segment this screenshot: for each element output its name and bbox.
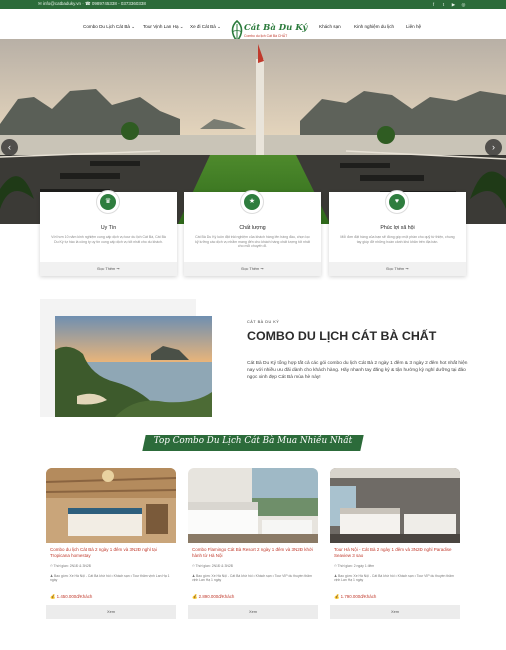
- card-duration: ⏱ Thời gian: 2N1Đ & 3N2Đ: [50, 564, 92, 568]
- banner-heading: Top Combo Du Lịch Cát Bà Mua Nhiều Nhất: [153, 436, 353, 446]
- combo-description: Cát Bà Du Ký tổng hợp tất cả các gói com…: [247, 361, 468, 381]
- card-title[interactable]: Combo Flamingo Cát Bà Resort 2 ngày 1 đê…: [192, 547, 314, 558]
- star-icon: ★: [244, 194, 260, 210]
- card-photo[interactable]: [188, 468, 318, 543]
- card-includes: ♟ Bao gồm: Xe Hà Nội - Cát Bà khứ hồi • …: [334, 574, 454, 583]
- nav-xe-di-cat-ba[interactable]: Xe đi Cát Bà ⌄: [190, 24, 221, 30]
- card-photo[interactable]: [46, 468, 176, 543]
- card-photo[interactable]: [330, 468, 460, 543]
- top-combo-banner: Top Combo Du Lịch Cát Bà Mua Nhiều Nhất: [142, 432, 364, 454]
- nav-combo-du-lich[interactable]: Combo Du Lịch Cát Bà ⌄: [83, 24, 135, 30]
- instagram-icon[interactable]: ◎: [461, 2, 466, 8]
- feature-card-phuc-loi: ♥ Phúc lợi xã hội Mỗi đơn đặt hàng của b…: [329, 190, 466, 276]
- card-duration: ⏱ Thời gian: 2 ngày 1 đêm: [334, 564, 375, 568]
- combo-card-tropicana[interactable]: Combo du lịch Cát Bà 2 ngày 1 đêm và 3N2…: [46, 468, 176, 619]
- card-includes: ♟ Bao gồm: Xe Hà Nội - Cát Bà khứ hồi • …: [192, 574, 312, 583]
- feature-description: Mỗi đơn đặt hàng của bạn sẽ đóng góp một…: [340, 235, 455, 244]
- nav-lien-he[interactable]: Liên hệ: [406, 24, 421, 29]
- feature-description: Cát Bà Du Ký luôn đặt trải nghiệm của kh…: [195, 235, 310, 249]
- card-title[interactable]: Tour Hà Nội - Cát Bà 2 ngày 1 đêm và 3N2…: [334, 547, 456, 558]
- read-more-button[interactable]: Đọc Thêm ➞: [40, 262, 177, 276]
- feature-title: Uy Tín: [100, 225, 117, 231]
- feature-card-uy-tin: ♛ Uy Tín Với hơn 10 năm kinh nghiệm cung…: [40, 190, 177, 276]
- feature-card-chat-luong: ★ Chất lượng Cát Bà Du Ký luôn đặt trải …: [184, 190, 321, 276]
- twitter-icon[interactable]: t: [441, 2, 446, 8]
- site-header: Combo Du Lịch Cát Bà ⌄ Tour Vịnh Lan Hạ …: [0, 9, 506, 42]
- combo-image: [55, 316, 212, 417]
- card-includes: ♟ Bao gồm: Xe Hà Nội - Cát Bà khứ hồi • …: [50, 574, 170, 583]
- card-price: 💰 1.790.000đ/Khách: [334, 594, 377, 599]
- read-more-button[interactable]: Đọc Thêm ➞: [329, 262, 466, 276]
- top-bar: ✉ info@catbaduky.vn · ☎ 0989745338 - 037…: [0, 0, 506, 9]
- facebook-icon[interactable]: f: [431, 2, 436, 8]
- heart-icon: ♥: [389, 194, 405, 210]
- combo-card-flamingo[interactable]: Combo Flamingo Cát Bà Resort 2 ngày 1 đê…: [188, 468, 318, 619]
- nav-khach-san[interactable]: Khách sạn: [319, 24, 341, 29]
- view-button[interactable]: Xem: [46, 605, 176, 619]
- hero-next-button[interactable]: ›: [485, 139, 502, 156]
- youtube-icon[interactable]: ▶: [451, 2, 456, 8]
- social-links: f t ▶ ◎: [431, 2, 466, 8]
- combo-eyebrow: CÁT BÀ DU KÝ: [247, 320, 280, 324]
- feature-title: Phúc lợi xã hội: [380, 225, 415, 231]
- card-title[interactable]: Combo du lịch Cát Bà 2 ngày 1 đêm và 3N2…: [50, 547, 172, 558]
- logo-text: Cát Bà Du Ký: [244, 23, 308, 33]
- card-price: 💰 2.890.000đ/Khách: [192, 594, 235, 599]
- trophy-icon: ♛: [100, 194, 116, 210]
- combo-heading: COMBO DU LỊCH CÁT BÀ CHẤT: [247, 329, 437, 343]
- nav-kinh-nghiem[interactable]: Kinh nghiệm du lịch: [354, 24, 394, 29]
- feature-title: Chất lượng: [239, 225, 266, 231]
- card-duration: ⏱ Thời gian: 2N1Đ & 3N2Đ: [192, 564, 234, 568]
- hero-prev-button[interactable]: ‹: [1, 139, 18, 156]
- read-more-button[interactable]: Đọc Thêm ➞: [184, 262, 321, 276]
- feature-description: Với hơn 10 năm kinh nghiệm cung cấp dịch…: [51, 235, 166, 244]
- contact-info: ✉ info@catbaduky.vn · ☎ 0989745338 - 037…: [38, 1, 146, 6]
- nav-tour-vinh-lan-ha[interactable]: Tour Vịnh Lan Hạ ⌄: [143, 24, 184, 30]
- card-price: 💰 1.450.000đ/Khách: [50, 594, 93, 599]
- combo-card-paradise[interactable]: Tour Hà Nội - Cát Bà 2 ngày 1 đêm và 3N2…: [330, 468, 460, 619]
- view-button[interactable]: Xem: [330, 605, 460, 619]
- view-button[interactable]: Xem: [188, 605, 318, 619]
- logo-tagline: Combo du lịch Cát Bà CHẤT: [244, 34, 288, 38]
